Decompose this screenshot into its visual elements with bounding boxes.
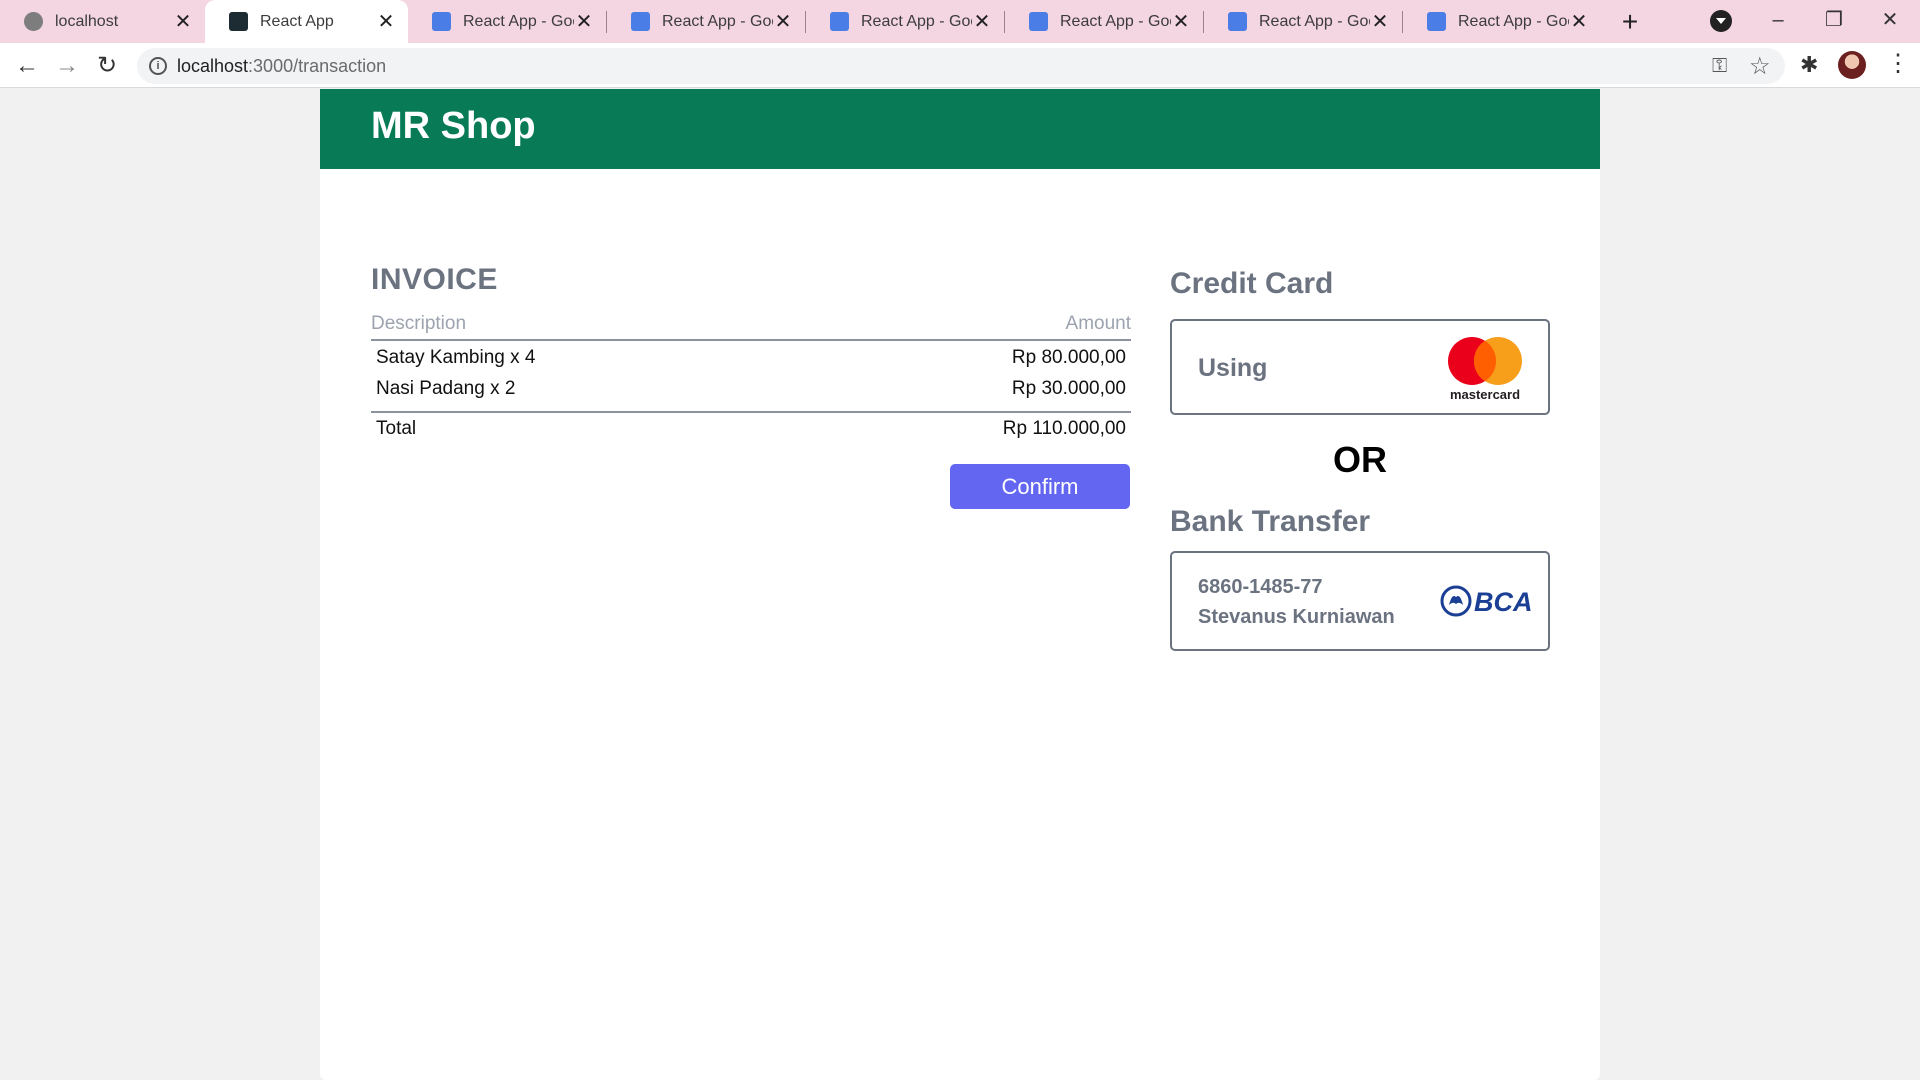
brand-header: MR Shop [320, 89, 1600, 169]
new-tab-button[interactable]: + [1612, 4, 1648, 40]
tab-title: React App - Goog [662, 12, 773, 30]
browser-tabstrip: localhost ✕ React App ✕ React App - Goog… [0, 0, 1920, 43]
total-label: Total [376, 418, 417, 439]
react-icon [229, 12, 248, 31]
google-docs-icon [830, 12, 849, 31]
bank-account-number: 6860-1485-77 [1198, 576, 1323, 598]
tab[interactable]: React App - Goog ✕ [1403, 0, 1601, 43]
tab-title: localhost [55, 12, 119, 30]
bookmark-star-icon[interactable]: ☆ [1749, 52, 1771, 81]
address-bar[interactable]: i localhost:3000/transaction ⚿ ☆ [137, 48, 1785, 84]
tab[interactable]: React App - Goog ✕ [1005, 0, 1203, 43]
table-header: Description Amount [371, 313, 1131, 341]
page-container: MR Shop INVOICE Description Amount Satay… [320, 89, 1600, 1080]
table-body: Satay Kambing x 4 Rp 80.000,00 Nasi Pada… [371, 341, 1131, 413]
confirm-button[interactable]: Confirm [950, 464, 1130, 509]
tab-title: React App - Goog [861, 12, 972, 30]
google-docs-icon [432, 12, 451, 31]
google-docs-icon [1029, 12, 1048, 31]
forward-icon[interactable]: → [50, 49, 84, 83]
close-icon[interactable]: ✕ [972, 12, 992, 32]
item-amount: Rp 30.000,00 [1011, 378, 1126, 399]
window-close-icon[interactable]: ✕ [1862, 0, 1918, 43]
item-description: Satay Kambing x 4 [376, 347, 536, 368]
close-icon[interactable]: ✕ [1171, 12, 1191, 32]
total-amount: Rp 110.000,00 [1002, 418, 1126, 439]
url-path: :3000/transaction [248, 56, 387, 76]
bank-transfer-option[interactable]: 6860-1485-77 Stevanus Kurniawan BCA [1170, 551, 1550, 651]
item-amount: Rp 80.000,00 [1011, 347, 1126, 368]
invoice-title: INVOICE [371, 263, 498, 296]
browser-toolbar: ← → ↻ i localhost:3000/transaction ⚿ ☆ ✱… [0, 43, 1920, 88]
restore-icon[interactable]: ❐ [1806, 0, 1862, 43]
or-divider: OR [1333, 439, 1387, 480]
credit-card-using-label: Using [1198, 354, 1268, 382]
tab-search-icon[interactable] [1710, 10, 1732, 32]
total-row: Total Rp 110.000,00 [371, 413, 1131, 447]
table-row: Nasi Padang x 2 Rp 30.000,00 [371, 374, 1131, 405]
tab-active[interactable]: React App ✕ [205, 0, 408, 43]
credit-card-option[interactable]: Using mastercard [1170, 319, 1550, 415]
bca-wordmark: BCA [1474, 587, 1533, 617]
item-description: Nasi Padang x 2 [376, 378, 516, 399]
url-host: localhost [177, 56, 249, 76]
url-text[interactable]: localhost:3000/transaction [177, 56, 386, 77]
close-icon[interactable]: ✕ [773, 12, 793, 32]
google-docs-icon [1427, 12, 1446, 31]
back-icon[interactable]: ← [10, 49, 44, 83]
close-icon[interactable]: ✕ [173, 12, 193, 32]
tab-title: React App [260, 12, 334, 30]
bca-logo-icon: BCA [1440, 585, 1533, 617]
brand-title[interactable]: MR Shop [371, 105, 536, 148]
mastercard-logo-icon: mastercard [1448, 337, 1522, 402]
invoice-table: Description Amount Satay Kambing x 4 Rp … [371, 313, 1131, 447]
mastercard-wordmark: mastercard [1450, 387, 1520, 402]
close-icon[interactable]: ✕ [574, 12, 594, 32]
avatar[interactable] [1838, 51, 1866, 79]
tab-title: React App - Goog [463, 12, 574, 30]
menu-icon[interactable]: ⋮ [1886, 49, 1910, 78]
tab[interactable]: React App - Goog ✕ [408, 0, 606, 43]
tab[interactable]: React App - Goog ✕ [607, 0, 805, 43]
tab-title: React App - Goog [1259, 12, 1370, 30]
extensions-icon[interactable]: ✱ [1800, 52, 1818, 78]
bank-transfer-title: Bank Transfer [1170, 505, 1371, 538]
close-icon[interactable]: ✕ [376, 12, 396, 32]
google-docs-icon [1228, 12, 1247, 31]
minimize-icon[interactable]: – [1750, 0, 1806, 43]
credit-card-title: Credit Card [1170, 267, 1334, 300]
column-amount: Amount [1065, 313, 1131, 334]
key-icon[interactable]: ⚿ [1712, 55, 1727, 78]
google-docs-icon [631, 12, 650, 31]
tab[interactable]: React App - Goog ✕ [1204, 0, 1402, 43]
column-description: Description [371, 313, 467, 334]
tab[interactable]: localhost ✕ [0, 0, 205, 43]
table-row: Satay Kambing x 4 Rp 80.000,00 [371, 343, 1131, 374]
tab-title: React App - Goog [1458, 12, 1569, 30]
globe-icon [24, 12, 43, 31]
tab[interactable]: React App - Goog ✕ [806, 0, 1004, 43]
tab-title: React App - Goog [1060, 12, 1171, 30]
bank-account-name: Stevanus Kurniawan [1198, 606, 1395, 628]
reload-icon[interactable]: ↻ [90, 49, 124, 83]
info-icon[interactable]: i [149, 57, 167, 75]
close-icon[interactable]: ✕ [1569, 12, 1589, 32]
close-icon[interactable]: ✕ [1370, 12, 1390, 32]
